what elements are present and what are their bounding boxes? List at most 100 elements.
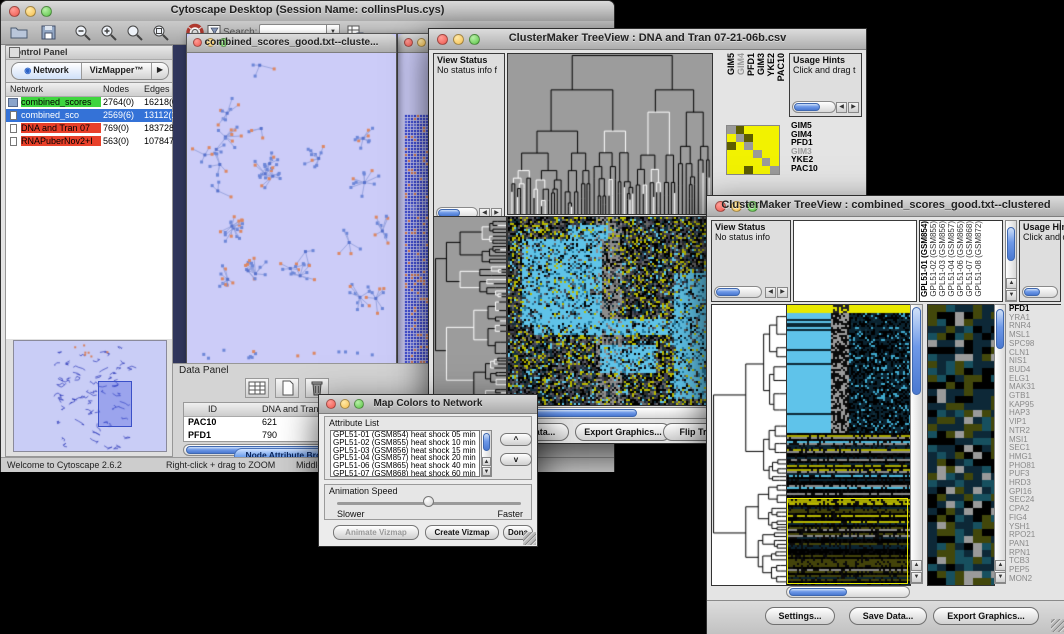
usage-hints-hscrollbar[interactable] (1022, 286, 1058, 298)
scroll-right-icon[interactable]: ▶ (777, 287, 788, 298)
row-dendrogram[interactable] (433, 216, 507, 406)
scrollbar-thumb[interactable] (794, 103, 820, 111)
column-labels-vscrollbar[interactable]: ▲ ▼ (1005, 220, 1017, 302)
scroll-down-icon[interactable]: ▼ (482, 467, 491, 476)
resize-grip[interactable] (523, 532, 536, 545)
column-label[interactable]: GIM3 (756, 53, 766, 75)
attribute-item[interactable]: GPL51-07 (GSM868) heat shock 60 min (331, 470, 479, 477)
row-dendrogram[interactable] (711, 304, 787, 586)
usage-hints-title: Usage Hints (1023, 222, 1064, 232)
attribute-list-group: Attribute List GPL51-01 (GSM854) heat sh… (324, 416, 532, 480)
treeview-action-button[interactable]: Settings... (765, 607, 835, 625)
animate-vizmap-button[interactable]: Animate Vizmap (333, 525, 419, 540)
attribute-list-vscrollbar[interactable]: ▲ ▼ (481, 430, 492, 477)
treeview-action-button[interactable]: Export Graphics... (933, 607, 1039, 625)
column-label[interactable]: YKE2 (766, 53, 776, 77)
network-canvas[interactable] (188, 53, 393, 365)
column-label[interactable]: PFD1 (746, 53, 756, 76)
column-label[interactable]: GPL51-08 (GSM872) (974, 221, 983, 297)
scroll-up-icon[interactable]: ▲ (995, 560, 1006, 571)
column-label[interactable]: GPL51-02 (GSM855) (929, 221, 938, 297)
gene-label[interactable]: MON2 (1009, 575, 1061, 584)
scrollbar-thumb[interactable] (483, 433, 490, 451)
scroll-up-icon[interactable]: ▲ (911, 560, 922, 571)
scrollbar-thumb[interactable] (789, 588, 847, 596)
attribute-table-icon[interactable] (245, 378, 269, 398)
treeview1-titlebar[interactable]: ClusterMaker TreeView : DNA and Tran 07-… (429, 29, 866, 50)
zoom-in-icon[interactable] (99, 23, 119, 42)
column-label[interactable]: GPL51-03 (GSM856) (938, 221, 947, 297)
column-dendrogram[interactable] (507, 53, 713, 215)
scroll-down-icon[interactable]: ▼ (1006, 290, 1017, 301)
view-status-hscrollbar[interactable] (714, 286, 762, 298)
scroll-left-icon[interactable]: ◀ (765, 287, 776, 298)
close-button[interactable] (404, 38, 413, 47)
zoomed-heatmap[interactable] (927, 304, 995, 586)
scroll-right-icon[interactable]: ▶ (848, 102, 859, 113)
scroll-up-icon[interactable]: ▲ (1006, 278, 1017, 289)
column-label[interactable]: GIM4 (736, 53, 746, 75)
scroll-down-icon[interactable]: ▼ (911, 572, 922, 583)
scrollbar-thumb[interactable] (996, 309, 1004, 349)
heatmap-vscrollbar[interactable]: ▲ ▼ (910, 304, 923, 584)
tab-vizmapper[interactable]: VizMapper™ (82, 63, 152, 79)
scroll-up-icon[interactable]: ▲ (482, 457, 491, 466)
scrollbar-thumb[interactable] (1007, 227, 1015, 261)
open-file-icon[interactable] (9, 23, 29, 42)
treeview-action-button[interactable]: Export Graphics... (575, 423, 671, 441)
gene-label[interactable]: PAC10 (791, 164, 861, 173)
network-row[interactable]: DNA and Tran 07 769(0) 183728(0) (6, 122, 172, 135)
birdseye-view[interactable] (13, 340, 167, 452)
column-label[interactable]: GPL51-06 (GSM865) (956, 221, 965, 297)
expression-heatmap[interactable] (507, 216, 713, 406)
create-vizmap-button[interactable]: Create Vizmap (425, 525, 499, 540)
move-down-button[interactable]: v (500, 453, 532, 466)
treeview2-titlebar[interactable]: ClusterMaker TreeView : combined_scores_… (707, 196, 1064, 217)
scrollbar-thumb[interactable] (716, 288, 740, 296)
network-row[interactable]: combined_sco 2569(6) 13112(15) (6, 109, 172, 122)
move-up-button[interactable]: ^ (500, 433, 532, 446)
dialog-titlebar[interactable]: Map Colors to Network (319, 395, 537, 414)
minimap-cell (736, 126, 745, 134)
network-row[interactable]: RNAPuberNov2+I 563(0) 107847(0) (6, 135, 172, 148)
scroll-left-icon[interactable]: ◀ (836, 102, 847, 113)
network-type-icon (10, 111, 17, 120)
save-icon[interactable] (39, 23, 59, 42)
heatmap-hscrollbar[interactable] (786, 586, 910, 598)
tab-network[interactable]: ◉Network (12, 63, 82, 79)
resize-grip[interactable] (1051, 619, 1064, 632)
speed-slider-thumb[interactable] (423, 496, 434, 507)
network-view-1-titlebar[interactable]: combined_scores_good.txt--cluste... (187, 34, 396, 53)
column-dendrogram-area[interactable] (793, 220, 917, 302)
usage-hints-hscrollbar[interactable] (792, 101, 836, 113)
zoomed-heatmap-vscrollbar[interactable]: ▲ ▼ (994, 304, 1006, 584)
zoom-out-icon[interactable] (73, 23, 93, 42)
attribute-list-label: Attribute List (329, 418, 379, 428)
minimap-cell (744, 150, 753, 158)
column-label[interactable]: GPL51-07 (GSM868) (965, 221, 974, 297)
usage-hints-panel: Usage Hints Click and drag t ◀ ▶ (789, 53, 862, 117)
birdseye-viewport-rect[interactable] (98, 381, 132, 427)
network-row[interactable]: combined_scores 2764(0) 16218(0) (6, 96, 172, 109)
scrollbar-thumb[interactable] (912, 307, 921, 395)
control-panel-tabs: ◉Network VizMapper™ ▶ (11, 62, 169, 80)
column-label[interactable]: PAC10 (776, 53, 784, 81)
network-list-header[interactable]: Network Nodes Edges (6, 83, 172, 97)
tab-overflow-arrow[interactable]: ▶ (152, 63, 168, 79)
column-label[interactable]: GIM5 (726, 53, 736, 75)
float-panel-icon[interactable] (9, 47, 20, 58)
zoom-selected-icon[interactable] (125, 23, 145, 42)
cytoscape-titlebar[interactable]: Cytoscape Desktop (Session Name: collins… (1, 1, 614, 22)
column-label[interactable]: GPL51-01 (GSM854) (920, 221, 929, 297)
window-title: Cytoscape Desktop (Session Name: collins… (1, 4, 614, 16)
new-attribute-icon[interactable] (275, 378, 299, 398)
birdseye-canvas[interactable] (14, 341, 166, 451)
minimize-button[interactable] (417, 38, 426, 47)
treeview-action-button[interactable]: Save Data... (849, 607, 927, 625)
minimap-cell (753, 126, 762, 134)
scroll-down-icon[interactable]: ▼ (995, 572, 1006, 583)
column-label[interactable]: GPL51-04 (GSM857) (947, 221, 956, 297)
correlation-minimap[interactable] (726, 125, 780, 175)
zoom-fit-icon[interactable] (151, 23, 171, 42)
scrollbar-thumb[interactable] (1024, 288, 1040, 296)
